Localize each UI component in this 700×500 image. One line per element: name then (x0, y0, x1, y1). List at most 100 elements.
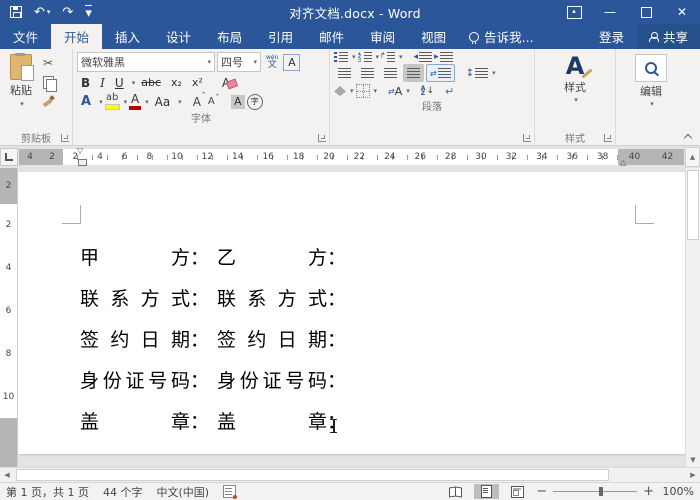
ribbon-display-options-icon[interactable]: ▴ (556, 0, 592, 24)
zoom-slider-thumb[interactable] (599, 487, 604, 496)
doc-field[interactable]: 签约日期： (80, 325, 209, 352)
zoom-out-button[interactable]: − (536, 485, 547, 498)
editing-button[interactable]: 编辑 ▾ (620, 52, 682, 145)
scroll-down-button[interactable]: ▼ (686, 453, 700, 467)
clear-formatting-button[interactable]: A (218, 76, 234, 90)
justify-button[interactable] (403, 64, 424, 82)
line-spacing-button[interactable]: ↕ (466, 68, 489, 79)
print-layout-button[interactable] (474, 484, 500, 499)
align-right-button[interactable] (380, 64, 401, 82)
zoom-in-button[interactable]: + (643, 485, 654, 498)
text-effects-caret[interactable]: ▾ (99, 98, 103, 106)
show-marks-button[interactable]: ↵ (445, 85, 454, 98)
tab-references[interactable]: 引用 (255, 24, 306, 49)
doc-field[interactable]: 甲方： (80, 243, 209, 270)
doc-field[interactable]: 盖章： (217, 407, 346, 434)
shading-button[interactable] (334, 86, 346, 96)
collapse-ribbon-icon[interactable] (684, 133, 692, 141)
format-painter-icon[interactable] (42, 95, 54, 107)
align-left-button[interactable] (334, 64, 355, 82)
horizontal-ruler[interactable]: 42 2 4 6 8 10 12 14 16 18 20 22 24 26 28 30 32 34 36 38 40… (19, 147, 684, 167)
vertical-scrollbar-thumb[interactable] (687, 170, 699, 240)
copy-icon[interactable] (42, 76, 57, 92)
language-indicator[interactable]: 中文(中国) (156, 484, 209, 500)
font-color-caret[interactable]: ▾ (145, 98, 149, 106)
tab-design[interactable]: 设计 (153, 24, 204, 49)
document-page[interactable]: 甲方： 乙方： 联系方式： 联系方式： 签约日期： 签约日期： 身份证号码： 身… (18, 172, 685, 454)
bold-button[interactable]: B (77, 74, 94, 91)
character-shading-button[interactable]: A (230, 94, 245, 109)
doc-field[interactable]: 联系方式： (217, 284, 346, 311)
distribute-button[interactable]: ⇄ (426, 64, 455, 82)
align-center-button[interactable] (357, 64, 378, 82)
scroll-left-button[interactable]: ◀ (0, 468, 14, 482)
tell-me-box[interactable]: 告诉我... (459, 24, 543, 49)
bullets-button[interactable] (334, 52, 348, 62)
tab-mailings[interactable]: 邮件 (306, 24, 357, 49)
scroll-up-button[interactable]: ▲ (685, 147, 700, 167)
doc-field[interactable]: 乙方： (217, 243, 346, 270)
zoom-level[interactable]: 100% (660, 485, 694, 498)
subscript-button[interactable]: x₂ (167, 74, 186, 91)
customize-qat-icon[interactable]: ▾ (85, 4, 92, 20)
tab-home[interactable]: 开始 (51, 24, 103, 49)
character-border-icon[interactable]: A (283, 53, 301, 71)
asian-layout-caret[interactable]: ▾ (406, 87, 410, 95)
multilevel-list-button[interactable]: a i (381, 52, 396, 62)
text-effects-button[interactable]: A (77, 93, 95, 110)
grow-font-button[interactable]: A (193, 92, 206, 109)
numbering-caret[interactable]: ▾ (376, 53, 380, 61)
tab-file[interactable]: 文件 (0, 24, 51, 49)
decrease-indent-button[interactable]: ◂ (414, 52, 433, 62)
save-icon[interactable] (10, 6, 22, 18)
redo-icon[interactable]: ↷ (62, 6, 73, 19)
clipboard-dialog-launcher-icon[interactable] (61, 134, 69, 142)
vertical-scrollbar[interactable]: ▼ (685, 168, 700, 467)
proofing-icon[interactable] (223, 485, 238, 499)
doc-field[interactable]: 盖章： (80, 407, 209, 434)
web-layout-button[interactable] (505, 484, 530, 499)
phonetic-guide-icon[interactable]: wén 文 (266, 54, 278, 70)
styles-button[interactable]: A 样式 ▾ (539, 52, 611, 130)
strikethrough-button[interactable]: abc (137, 74, 165, 91)
multilevel-caret[interactable]: ▾ (399, 53, 403, 61)
underline-button[interactable]: U (111, 74, 128, 91)
share-button[interactable]: 共享 (636, 24, 700, 49)
zoom-slider[interactable] (553, 487, 638, 496)
highlight-caret[interactable]: ▾ (124, 98, 128, 106)
line-spacing-caret[interactable]: ▾ (492, 69, 496, 77)
doc-field[interactable]: 联系方式： (80, 284, 209, 311)
sign-in-button[interactable]: 登录 (586, 24, 637, 49)
cut-icon[interactable]: ✂ (43, 56, 53, 70)
numbering-button[interactable]: 1 2 3 (358, 52, 372, 62)
underline-dropdown-caret[interactable]: ▾ (132, 79, 136, 87)
sort-button[interactable]: AZ ↓ (421, 86, 434, 97)
page-indicator[interactable]: 第 1 页，共 1 页 (6, 484, 89, 500)
horizontal-scroll-track[interactable] (14, 468, 686, 482)
tab-review[interactable]: 审阅 (357, 24, 408, 49)
word-count[interactable]: 44 个字 (103, 484, 143, 500)
paste-dropdown-caret[interactable]: ▾ (20, 100, 24, 108)
close-button[interactable]: ✕ (664, 0, 700, 24)
tab-stop-selector[interactable] (0, 148, 18, 166)
tab-insert[interactable]: 插入 (102, 24, 153, 49)
undo-icon[interactable]: ↶ ▾ (34, 6, 50, 19)
font-color-button[interactable]: A (129, 93, 142, 110)
scroll-right-button[interactable]: ▶ (686, 468, 700, 482)
borders-button[interactable] (355, 84, 370, 98)
font-name-combo[interactable]: 微软雅黑 ▾ (77, 52, 215, 72)
font-size-combo[interactable]: 四号 ▾ (217, 52, 261, 72)
shrink-font-button[interactable]: A (208, 94, 220, 107)
horizontal-scrollbar-thumb[interactable] (16, 469, 610, 481)
paste-button[interactable]: 粘贴 ▾ (4, 52, 38, 130)
read-mode-button[interactable] (443, 484, 468, 499)
styles-dialog-launcher-icon[interactable] (604, 134, 612, 142)
doc-field[interactable]: 身份证号码： (80, 366, 209, 393)
font-dialog-launcher-icon[interactable] (318, 134, 326, 142)
text-highlight-button[interactable]: ab (104, 93, 120, 110)
minimize-button[interactable]: — (592, 0, 628, 24)
change-case-button[interactable]: Aa (151, 93, 175, 110)
left-indent-marker[interactable] (78, 159, 87, 166)
right-indent-marker[interactable]: △ (620, 159, 626, 167)
increase-indent-button[interactable]: ▸ (434, 52, 453, 62)
